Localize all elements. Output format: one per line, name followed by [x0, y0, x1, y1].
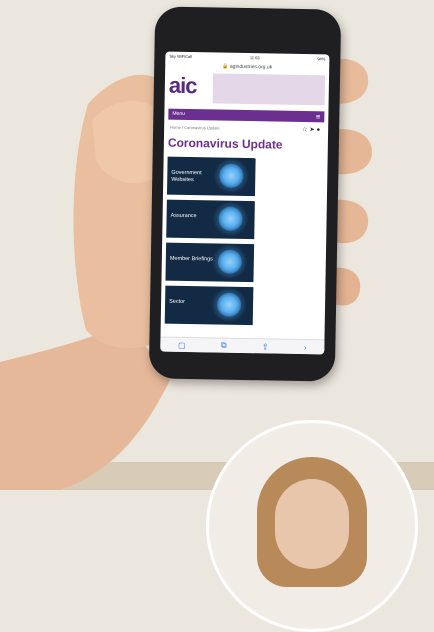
virus-icon — [218, 206, 243, 231]
share-icon[interactable]: ⇪ — [262, 342, 269, 351]
forward-icon[interactable]: › — [304, 343, 307, 352]
tile-label: Member Briefings — [169, 255, 214, 263]
tile-label: Assurance — [170, 212, 197, 220]
avatar-face — [275, 479, 349, 569]
hamburger-icon[interactable]: ≡ — [316, 111, 321, 122]
lock-icon: 🔒 — [222, 63, 229, 70]
finger-4 — [334, 267, 361, 306]
phone: Sky WiFiCall 11:03 94% 🔒 agindustries.or… — [148, 6, 342, 382]
carrier-label: Sky WiFiCall — [169, 53, 193, 60]
url-text: agindustries.org.uk — [229, 63, 273, 71]
site-logo[interactable]: aic — [169, 71, 212, 106]
tile-member-briefings[interactable]: Member Briefings — [165, 242, 255, 283]
avatar — [206, 420, 418, 632]
book-icon[interactable]: ⧉ — [221, 341, 227, 351]
tile-label: Sector — [169, 298, 186, 305]
forearm — [0, 322, 170, 490]
tile-government-websites[interactable]: Government Websites — [166, 156, 256, 197]
site-header: aic — [165, 71, 330, 108]
header-banner — [212, 73, 326, 106]
menu-label: Menu — [172, 110, 185, 117]
tile-label: Government Websites — [171, 169, 202, 184]
tile-sector[interactable]: Sector — [164, 285, 254, 326]
virus-icon — [219, 163, 244, 188]
time-label: 11:03 — [249, 55, 260, 61]
page-tools: ☆➤● — [302, 125, 322, 132]
tabs-icon[interactable]: ▢ — [178, 340, 186, 349]
browser-toolbar: ▢ ⧉ ⇪ › — [160, 336, 325, 355]
virus-icon — [217, 249, 243, 274]
print-icon[interactable]: ● — [316, 127, 322, 133]
finger-3 — [334, 199, 369, 244]
virus-icon — [216, 292, 242, 317]
phone-screen: Sky WiFiCall 11:03 94% 🔒 agindustries.or… — [160, 51, 330, 355]
breadcrumb[interactable]: Home / Coronavirus Update — [170, 124, 220, 130]
page-title: Coronavirus Update — [167, 135, 283, 152]
battery-label: 94% — [317, 56, 326, 62]
tile-assurance[interactable]: Assurance — [166, 199, 255, 240]
